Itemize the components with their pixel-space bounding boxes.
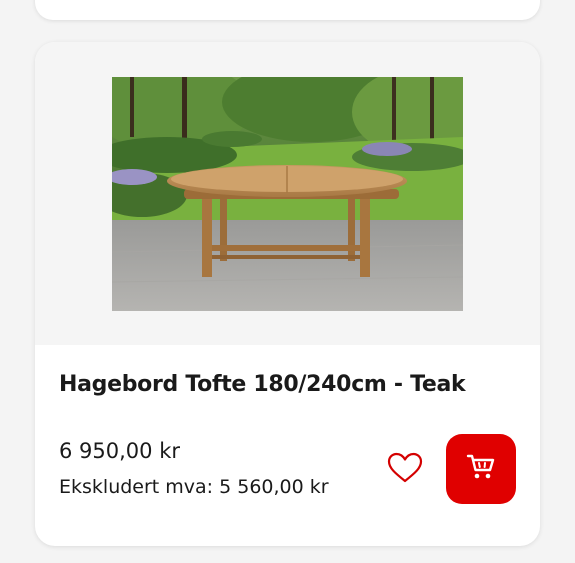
product-card[interactable]: Hagebord Tofte 180/240cm - Teak 6 950,00… [35,42,540,546]
product-image[interactable] [112,77,463,311]
previous-product-card[interactable] [35,0,540,20]
add-to-cart-button[interactable] [446,434,516,504]
product-price: 6 950,00 kr [59,439,180,463]
shopping-cart-icon [466,453,496,485]
favorite-button[interactable] [385,450,425,490]
product-price-ex-vat: Ekskludert mva: 5 560,00 kr [59,476,329,498]
heart-outline-icon [387,452,423,488]
product-title[interactable]: Hagebord Tofte 180/240cm - Teak [59,372,466,397]
product-image-area[interactable] [35,42,540,345]
